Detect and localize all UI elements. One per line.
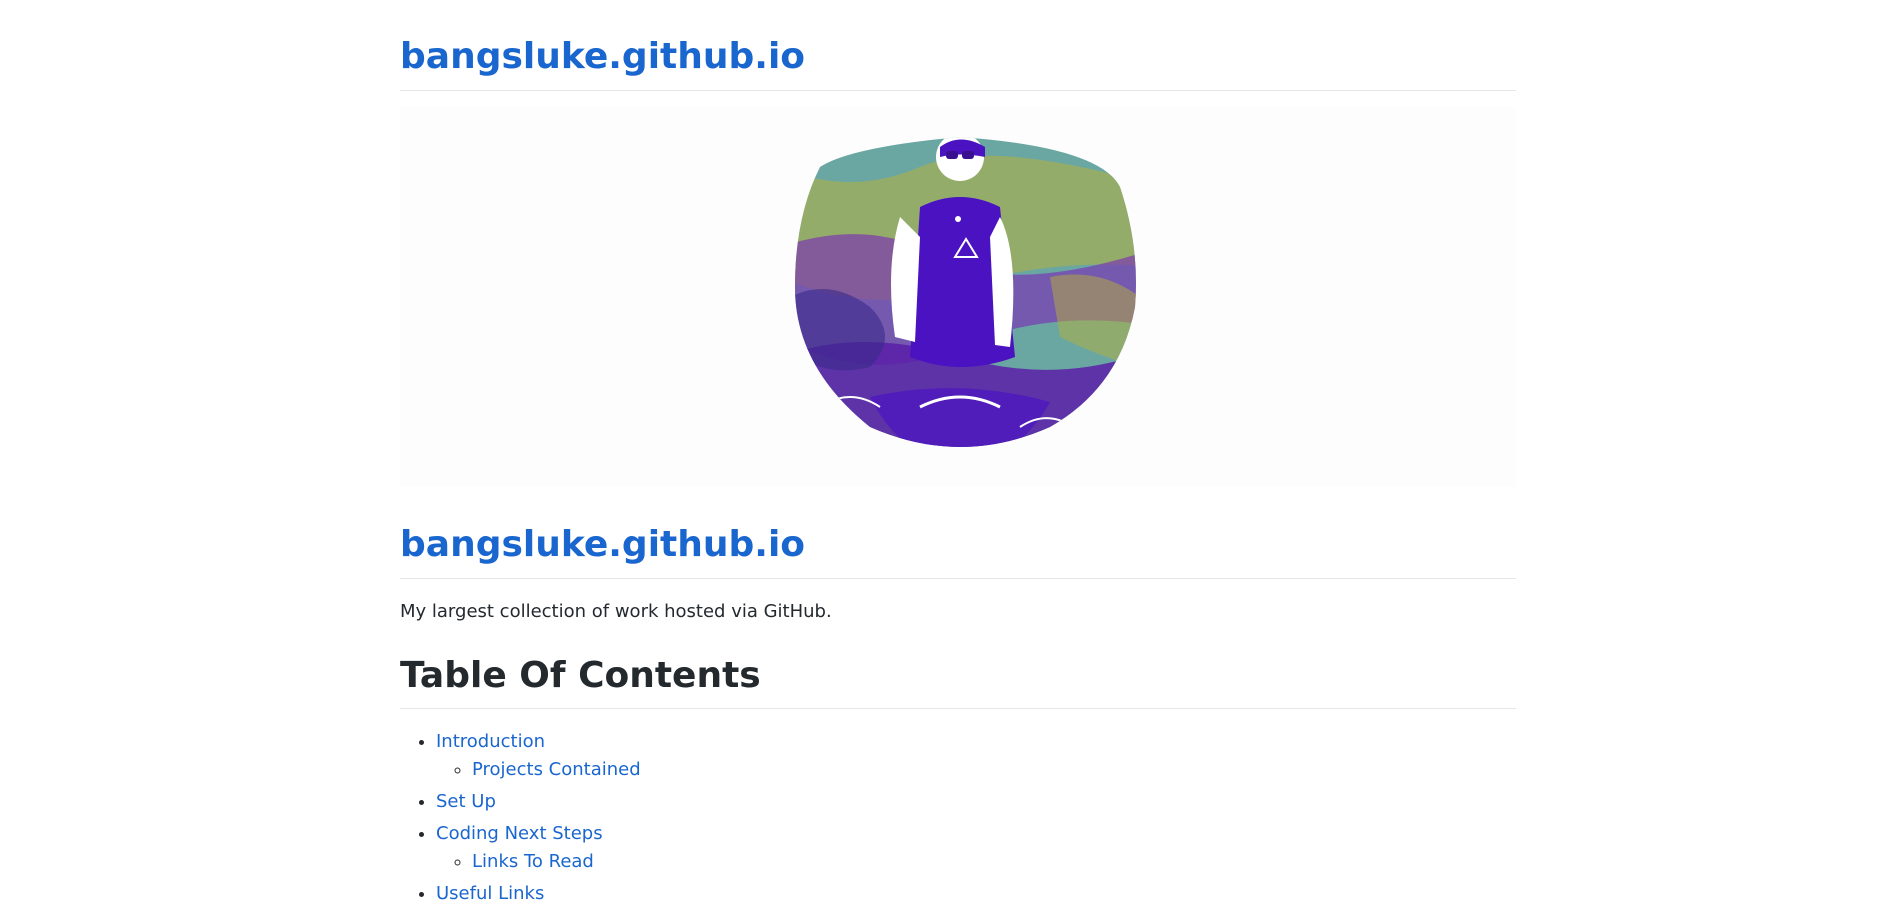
toc-link-coding-next-steps[interactable]: Coding Next Steps [436, 823, 603, 844]
toc-link-set-up[interactable]: Set Up [436, 791, 496, 812]
site-title-link[interactable]: bangsluke.github.io [400, 36, 805, 77]
toc-link-projects-contained[interactable]: Projects Contained [472, 759, 641, 780]
page-heading: bangsluke.github.io [400, 520, 1516, 579]
profile-image [795, 137, 1136, 447]
page-container: bangsluke.github.io bangsluke.github.io … [400, 0, 1516, 904]
site-header: bangsluke.github.io [400, 0, 1516, 91]
toc-subitem-links-to-read: Links To Read [472, 848, 641, 876]
toc-link-introduction[interactable]: Introduction [436, 731, 545, 752]
toc-link-useful-links[interactable]: Useful Links [436, 883, 544, 904]
hero-banner [400, 107, 1516, 487]
toc-item-useful-links: Useful Links [436, 880, 641, 908]
toc-sublist: Links To Read [436, 848, 641, 876]
page-heading-link[interactable]: bangsluke.github.io [400, 524, 805, 565]
toc-link-links-to-read[interactable]: Links To Read [472, 851, 594, 872]
toc-item-coding-next-steps: Coding Next Steps Links To Read [436, 820, 641, 876]
toc-sublist: Projects Contained [436, 756, 641, 784]
page-description: My largest collection of work hosted via… [400, 601, 832, 622]
toc-heading: Table Of Contents [400, 650, 1516, 709]
toc-subitem-projects-contained: Projects Contained [472, 756, 641, 784]
toc-item-introduction: Introduction Projects Contained [436, 728, 641, 784]
table-of-contents: Introduction Projects Contained Set Up C… [400, 728, 641, 912]
toc-item-set-up: Set Up [436, 788, 641, 816]
